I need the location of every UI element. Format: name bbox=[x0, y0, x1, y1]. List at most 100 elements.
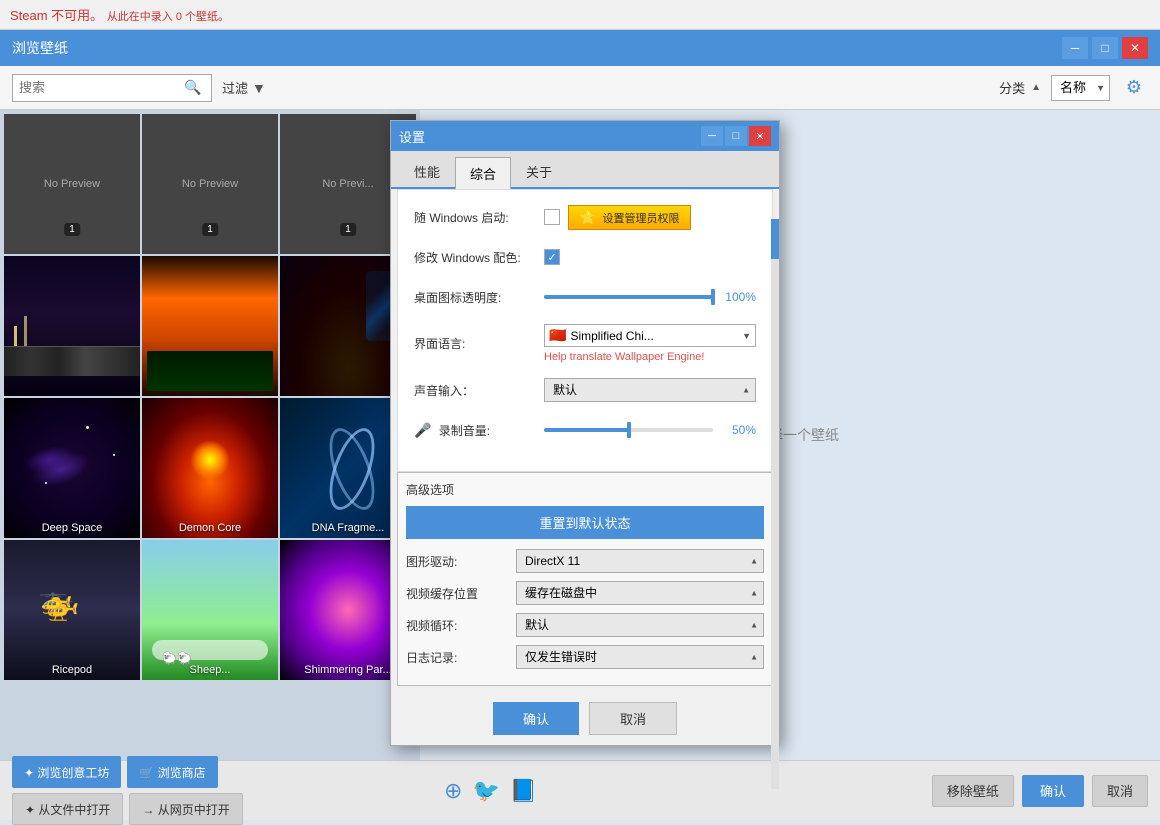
language-dropdown[interactable]: 🇨🇳 Simplified Chi... ▼ bbox=[544, 324, 756, 347]
dialog-confirm-button[interactable]: 确认 bbox=[493, 702, 579, 735]
dialog-window-controls: ─ □ ✕ bbox=[701, 126, 771, 146]
main-window-title: 浏览壁纸 bbox=[12, 38, 68, 58]
open-web-label: → 从网页中打开 bbox=[142, 801, 229, 818]
filter-label: 过滤 bbox=[222, 78, 248, 97]
wallpaper-item-ricepod[interactable]: 🚁 Ricepod bbox=[4, 540, 140, 680]
bottom-left-buttons: ✦ 浏览创意工坊 🛒 浏览商店 ✦ 从文件中打开 → 从网页中打开 bbox=[12, 756, 243, 825]
dialog-maximize-button[interactable]: □ bbox=[725, 126, 747, 146]
autostart-label: 随 Windows 启动: bbox=[414, 209, 544, 226]
filter-button[interactable]: 过滤 ▼ bbox=[222, 78, 266, 97]
steam-status-text: Steam 不可用。 从此在中录入 0 个壁纸。 bbox=[10, 5, 229, 24]
bottom-right-buttons: 移除壁纸 确认 取消 bbox=[932, 775, 1148, 807]
voice-input-content: 默认 bbox=[544, 378, 756, 402]
tab-about[interactable]: 关于 bbox=[511, 155, 567, 187]
facebook-icon[interactable]: 📘 bbox=[510, 778, 537, 804]
cache-select[interactable]: 缓存在磁盘中 bbox=[516, 581, 764, 605]
settings-dialog: 设置 ─ □ ✕ 性能 综合 关于 随 Windows 启动: ⭐ 设置管理员权… bbox=[390, 120, 780, 746]
wallpaper-item[interactable]: No Preview 1 bbox=[142, 114, 278, 254]
search-icon[interactable]: 🔍 bbox=[184, 79, 201, 96]
voice-input-select[interactable]: 默认 bbox=[544, 378, 756, 402]
graphics-label: 图形驱动: bbox=[406, 553, 516, 570]
dialog-cancel-button[interactable]: 取消 bbox=[589, 702, 677, 735]
maximize-button[interactable]: □ bbox=[1092, 37, 1118, 59]
language-label: 界面语言: bbox=[414, 335, 544, 352]
dialog-minimize-button[interactable]: ─ bbox=[701, 126, 723, 146]
cache-wrapper[interactable]: 缓存在磁盘中 bbox=[516, 581, 764, 605]
minimize-button[interactable]: ─ bbox=[1062, 37, 1088, 59]
modify-color-checkbox[interactable] bbox=[544, 249, 560, 265]
admin-button[interactable]: ⭐ 设置管理员权限 bbox=[568, 205, 691, 230]
dialog-scrollbar[interactable] bbox=[771, 219, 779, 789]
icon-opacity-content: 100% bbox=[544, 290, 756, 304]
tab-performance[interactable]: 性能 bbox=[399, 155, 455, 187]
wallpaper-item[interactable] bbox=[142, 256, 278, 396]
mic-icon: 🎤 bbox=[414, 422, 431, 438]
wallpaper-item-demon-core[interactable]: Demon Core bbox=[142, 398, 278, 538]
log-select[interactable]: 仅发生错误时 bbox=[516, 645, 764, 669]
settings-gear-button[interactable]: ⚙ bbox=[1120, 74, 1148, 102]
browse-workshop-button[interactable]: ✦ 浏览创意工坊 bbox=[12, 756, 121, 788]
advanced-section: 高级选项 重置到默认状态 图形驱动: DirectX 11 视频缓存位置 缓存在… bbox=[397, 472, 773, 686]
log-label: 日志记录: bbox=[406, 649, 516, 666]
browse-shop-button[interactable]: 🛒 浏览商店 bbox=[127, 756, 217, 788]
modify-color-label: 修改 Windows 配色: bbox=[414, 249, 544, 266]
loop-wrapper[interactable]: 默认 bbox=[516, 613, 764, 637]
open-file-button[interactable]: ✦ 从文件中打开 bbox=[12, 793, 123, 825]
wallpaper-item[interactable] bbox=[4, 256, 140, 396]
dialog-close-button[interactable]: ✕ bbox=[749, 126, 771, 146]
icon-opacity-row: 桌面图标透明度: 100% bbox=[414, 284, 756, 310]
wallpaper-label: Ricepod bbox=[4, 664, 140, 676]
steam-notice-bar: Steam 不可用。 从此在中录入 0 个壁纸。 bbox=[0, 0, 1160, 30]
language-content: 🇨🇳 Simplified Chi... ▼ Help translate Wa… bbox=[544, 324, 756, 363]
wallpaper-grid: No Preview 1 No Preview 1 No Previ... 1 bbox=[0, 110, 420, 760]
icon-opacity-value: 100% bbox=[721, 290, 756, 304]
btn-row-2: ✦ 从文件中打开 → 从网页中打开 bbox=[12, 793, 243, 825]
sort-direction-icon[interactable]: ▲ bbox=[1031, 82, 1041, 93]
loop-row: 视频循环: 默认 bbox=[406, 613, 764, 637]
dialog-title-bar: 设置 ─ □ ✕ bbox=[391, 121, 779, 151]
tab-general[interactable]: 综合 bbox=[455, 157, 511, 189]
toolbar: 🔍 过滤 ▼ 分类 ▲ 名称 ⚙ bbox=[0, 66, 1160, 110]
autostart-checkbox[interactable] bbox=[544, 209, 560, 225]
icon-opacity-label: 桌面图标透明度: bbox=[414, 289, 544, 306]
autostart-row: 随 Windows 启动: ⭐ 设置管理员权限 bbox=[414, 204, 756, 230]
loop-select[interactable]: 默认 bbox=[516, 613, 764, 637]
log-row: 日志记录: 仅发生错误时 bbox=[406, 645, 764, 669]
main-confirm-button[interactable]: 确认 bbox=[1022, 775, 1084, 807]
voice-input-wrapper[interactable]: 默认 bbox=[544, 378, 756, 402]
dialog-bottom-buttons: 确认 取消 bbox=[391, 692, 779, 745]
sort-category: 分类 ▲ bbox=[999, 78, 1041, 97]
remove-label: 移除壁纸 bbox=[947, 784, 999, 799]
name-sort-wrapper[interactable]: 名称 bbox=[1051, 75, 1110, 101]
translate-link[interactable]: Help translate Wallpaper Engine! bbox=[544, 351, 704, 363]
icon-opacity-slider[interactable] bbox=[544, 295, 713, 299]
open-web-button[interactable]: → 从网页中打开 bbox=[129, 793, 242, 825]
dialog-tabs: 性能 综合 关于 bbox=[391, 151, 779, 189]
wallpaper-label: Sheep... bbox=[142, 664, 278, 676]
dialog-title: 设置 bbox=[399, 127, 425, 146]
steam-icon[interactable]: ⊕ bbox=[444, 778, 462, 804]
record-volume-slider[interactable] bbox=[544, 428, 713, 432]
voice-input-label: 声音输入： bbox=[414, 382, 544, 399]
wallpaper-badge: 1 bbox=[202, 223, 218, 236]
search-input[interactable] bbox=[19, 80, 184, 95]
remove-wallpaper-button[interactable]: 移除壁纸 bbox=[932, 775, 1014, 807]
log-wrapper[interactable]: 仅发生错误时 bbox=[516, 645, 764, 669]
graphics-wrapper[interactable]: DirectX 11 bbox=[516, 549, 764, 573]
close-button[interactable]: ✕ bbox=[1122, 37, 1148, 59]
wallpaper-item[interactable]: No Preview 1 bbox=[4, 114, 140, 254]
graphics-select[interactable]: DirectX 11 bbox=[516, 549, 764, 573]
name-sort-select[interactable]: 名称 bbox=[1051, 75, 1110, 101]
icon-opacity-slider-container: 100% bbox=[544, 290, 756, 304]
wallpaper-item-deep-space[interactable]: Deep Space bbox=[4, 398, 140, 538]
reset-button[interactable]: 重置到默认状态 bbox=[406, 506, 764, 539]
twitter-icon[interactable]: 🐦 bbox=[472, 778, 499, 804]
modify-color-row: 修改 Windows 配色: bbox=[414, 244, 756, 270]
record-volume-slider-container: 50% bbox=[544, 423, 756, 437]
main-cancel-button[interactable]: 取消 bbox=[1092, 775, 1148, 807]
wallpaper-badge: 1 bbox=[340, 223, 356, 236]
wallpaper-item-sheep[interactable]: 🐑🐑 Sheep... bbox=[142, 540, 278, 680]
search-box[interactable]: 🔍 bbox=[12, 74, 212, 102]
window-controls: ─ □ ✕ bbox=[1062, 37, 1148, 59]
dialog-scrollbar-thumb[interactable] bbox=[771, 219, 779, 259]
